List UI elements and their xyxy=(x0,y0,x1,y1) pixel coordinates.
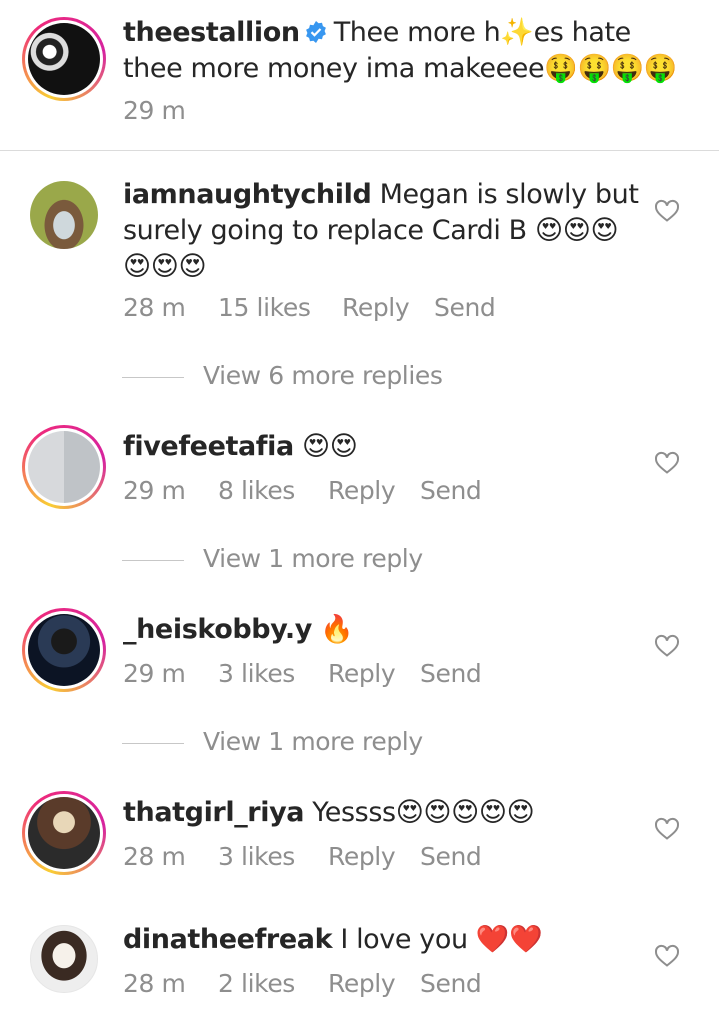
post-time: 29 m xyxy=(123,96,186,125)
heart-icon[interactable] xyxy=(654,634,680,658)
heart-eyes-emojis: 😍😍 xyxy=(302,431,358,462)
view-replies-button[interactable]: View 1 more reply xyxy=(122,727,423,757)
heart-icon[interactable] xyxy=(654,199,680,223)
send-button[interactable]: Send xyxy=(420,842,482,872)
comment-text: Megan is slowly but xyxy=(379,179,639,210)
comment-text-line1: _heiskobby.y 🔥 xyxy=(123,612,354,648)
reply-button[interactable]: Reply xyxy=(342,293,410,323)
avatar xyxy=(28,431,100,503)
comment-text: Yessss xyxy=(312,797,396,828)
verified-badge-icon xyxy=(305,21,326,43)
reply-button[interactable]: Reply xyxy=(328,969,396,999)
avatar xyxy=(30,181,98,249)
comment-username[interactable]: thatgirl_riya xyxy=(123,797,305,828)
comment-username[interactable]: dinatheefreak xyxy=(123,924,333,955)
view-replies-button[interactable]: View 1 more reply xyxy=(122,544,423,574)
view-replies-label: View 1 more reply xyxy=(203,544,423,573)
comment-likes[interactable]: 3 likes xyxy=(218,659,295,689)
money-mouth-emojis: 🤑🤑🤑🤑 xyxy=(544,53,678,84)
comment-avatar-ring[interactable] xyxy=(22,608,106,692)
post-caption-line1: theestallion Thee more h✨es hate xyxy=(123,15,631,51)
comment-likes[interactable]: 8 likes xyxy=(218,476,295,506)
caption-text: thee more money ima makeeee xyxy=(123,53,545,84)
view-replies-button[interactable]: View 6 more replies xyxy=(122,361,443,391)
send-button[interactable]: Send xyxy=(420,476,482,506)
comment-time: 28 m xyxy=(123,842,186,871)
replies-divider xyxy=(122,559,184,561)
comment-text: I love you xyxy=(340,924,468,955)
comment-username[interactable]: iamnaughtychild xyxy=(123,179,372,210)
comment-time: 28 m xyxy=(123,969,186,998)
post-caption-line2: thee more money ima makeeee🤑🤑🤑🤑 xyxy=(123,51,678,87)
heart-icon[interactable] xyxy=(654,944,680,968)
replies-divider xyxy=(122,376,184,378)
reply-button[interactable]: Reply xyxy=(328,659,396,689)
send-button[interactable]: Send xyxy=(434,293,496,323)
heart-eyes-emojis: 😍😍😍 xyxy=(534,215,619,246)
comment-text-line3: 😍😍😍 xyxy=(123,249,207,285)
comment-avatar[interactable] xyxy=(30,181,98,249)
comment-text: surely going to replace Cardi B xyxy=(123,215,527,246)
avatar xyxy=(28,614,100,686)
view-replies-label: View 1 more reply xyxy=(203,727,423,756)
comment-avatar-ring[interactable] xyxy=(22,425,106,509)
avatar xyxy=(28,797,100,869)
caption-text: es hate xyxy=(533,17,632,48)
comment-likes[interactable]: 2 likes xyxy=(218,969,295,999)
comment-time: 28 m xyxy=(123,293,186,322)
replies-divider xyxy=(122,742,184,744)
comment-likes[interactable]: 3 likes xyxy=(218,842,295,872)
comment-text-line2: surely going to replace Cardi B 😍😍😍 xyxy=(123,213,619,249)
comment-text-line1: iamnaughtychild Megan is slowly but xyxy=(123,177,639,213)
reply-button[interactable]: Reply xyxy=(328,842,396,872)
send-button[interactable]: Send xyxy=(420,969,482,999)
comment-text-line1: dinatheefreak I love you ❤️❤️ xyxy=(123,922,543,958)
comment-username[interactable]: fivefeetafia xyxy=(123,431,294,462)
fire-emoji: 🔥 xyxy=(320,614,354,645)
send-button[interactable]: Send xyxy=(420,659,482,689)
sparkle-emoji: ✨ xyxy=(500,17,534,48)
caption-text: Thee more h xyxy=(333,17,501,48)
comment-time: 29 m xyxy=(123,659,186,688)
red-hearts-emojis: ❤️❤️ xyxy=(475,924,543,955)
caption-divider xyxy=(0,150,719,151)
view-replies-label: View 6 more replies xyxy=(203,361,443,390)
comment-avatar-ring[interactable] xyxy=(22,791,106,875)
comment-text-line1: fivefeetafia 😍😍 xyxy=(123,429,358,465)
reply-button[interactable]: Reply xyxy=(328,476,396,506)
heart-eyes-emojis: 😍😍😍 xyxy=(123,251,207,282)
avatar xyxy=(28,23,100,95)
comment-username[interactable]: _heiskobby.y xyxy=(123,614,312,645)
post-author-username[interactable]: theestallion xyxy=(123,17,300,48)
comment-avatar[interactable] xyxy=(30,925,98,993)
avatar xyxy=(30,925,98,993)
comment-likes[interactable]: 15 likes xyxy=(218,293,311,323)
heart-icon[interactable] xyxy=(654,817,680,841)
heart-icon[interactable] xyxy=(654,451,680,475)
comment-time: 29 m xyxy=(123,476,186,505)
heart-eyes-emojis: 😍😍😍😍😍 xyxy=(395,797,535,828)
comment-text-line1: thatgirl_riya Yessss😍😍😍😍😍 xyxy=(123,795,535,831)
post-author-avatar-ring[interactable] xyxy=(22,17,106,101)
